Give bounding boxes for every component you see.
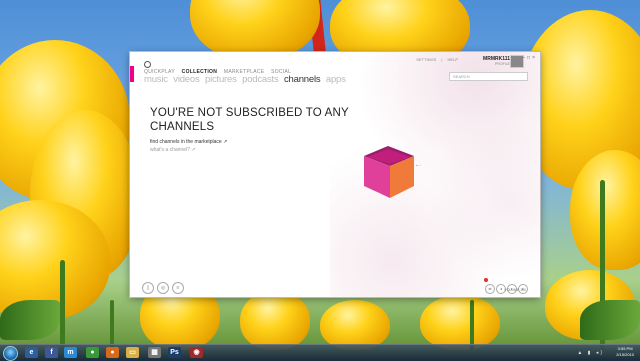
calculator-icon[interactable]: ▦	[148, 347, 161, 358]
messenger-icon[interactable]: m	[64, 347, 77, 358]
device-icon[interactable]: ▯	[142, 282, 154, 294]
clock-date: 2/15/2010	[616, 352, 634, 357]
playlist-icon[interactable]: ≡	[172, 282, 184, 294]
shuffle-icon[interactable]: ⇄	[485, 284, 495, 294]
top-links: SETTINGS | HELP	[416, 57, 458, 62]
clock[interactable]: 3:55 PM 2/15/2010	[616, 346, 634, 358]
user-profile[interactable]: MRMRK111 PROFILE	[483, 56, 510, 66]
window-controls: –□×	[522, 55, 537, 61]
find-channels-link[interactable]: find channels in the marketplace ↗	[150, 139, 227, 145]
facebook-icon[interactable]: f	[45, 347, 58, 358]
search-input[interactable]: SEARCH	[449, 72, 528, 81]
firefox-icon[interactable]: ●	[106, 347, 119, 358]
taskbar: e f m ● ● ▭ ▦ Ps ◉ ▲ ▮ ◂) 3:55 PM 2/15/2…	[0, 344, 640, 361]
settings-link[interactable]: SETTINGS	[416, 57, 436, 62]
accent-bar	[130, 66, 134, 82]
user-sub: PROFILE	[495, 62, 510, 66]
tab-channels[interactable]: channels	[284, 74, 321, 85]
tab-music[interactable]: music	[144, 74, 168, 85]
help-link[interactable]: HELP	[448, 57, 458, 62]
what-is-channel-link[interactable]: what's a channel? ↗	[150, 147, 195, 153]
app-logo-icon[interactable]	[144, 61, 151, 68]
system-tray[interactable]: ▲ ▮ ◂)	[577, 350, 604, 356]
folder-icon[interactable]: ▭	[126, 347, 139, 358]
secondary-nav: music videos pictures podcasts channels …	[144, 74, 349, 85]
media-icon[interactable]: ◉	[190, 347, 203, 358]
chrome-icon[interactable]: ●	[86, 347, 99, 358]
start-orb-icon[interactable]	[3, 346, 18, 361]
volume-label: VOLUME 100	[504, 288, 526, 292]
photoshop-icon[interactable]: Ps	[168, 347, 181, 358]
playback-controls: ⇄ ◂ ▸ ▸	[484, 277, 528, 295]
disc-icon[interactable]: ◎	[157, 282, 169, 294]
device-controls: ▯ ◎ ≡	[142, 276, 187, 294]
app-window: QUICKPLAY COLLECTION MARKETPLACE SOCIAL …	[130, 52, 540, 297]
close-icon[interactable]: ×	[532, 55, 537, 61]
floating-bits-icon: ▫ ▪ ▫	[413, 163, 422, 169]
empty-box-icon	[364, 146, 414, 198]
tab-apps[interactable]: apps	[326, 74, 346, 85]
tab-pictures[interactable]: pictures	[205, 74, 237, 85]
page-title: YOU'RE NOT SUBSCRIBED TO ANY CHANNELS	[150, 107, 349, 133]
tab-videos[interactable]: videos	[173, 74, 199, 85]
explorer-icon[interactable]: e	[25, 347, 38, 358]
tab-podcasts[interactable]: podcasts	[242, 74, 279, 85]
